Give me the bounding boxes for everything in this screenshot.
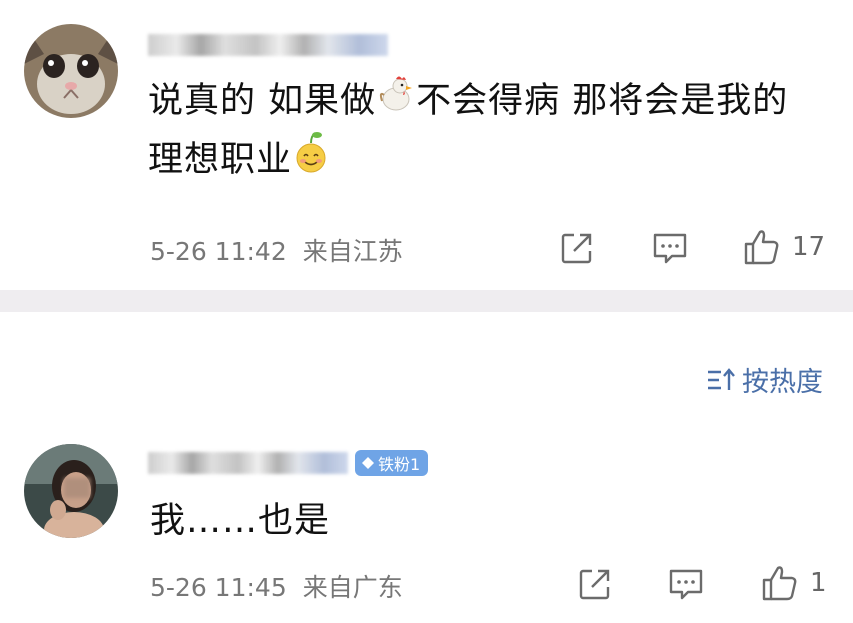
- comment-text-part: 不会得病 那将会是我的: [416, 81, 789, 121]
- share-button[interactable]: [560, 231, 594, 265]
- comment-location: 来自江苏: [302, 237, 403, 266]
- section-divider: [0, 290, 853, 312]
- sort-icon: [708, 367, 735, 390]
- comment-text-part: 理想职业: [148, 140, 293, 180]
- comment-text-part: 我……也是: [150, 501, 331, 541]
- username-blurred[interactable]: [148, 452, 348, 474]
- sprout-smile-emoji-icon: [292, 131, 330, 191]
- comment-time: 5-26 11:42: [150, 237, 287, 266]
- comment-text-part: 说真的 如果做: [148, 81, 377, 121]
- share-button[interactable]: [578, 567, 612, 601]
- like-icon: [762, 566, 797, 601]
- user-photo-avatar-icon: [24, 444, 118, 538]
- comment-location: 来自广东: [302, 573, 403, 602]
- like-icon: [744, 230, 779, 265]
- share-icon: [561, 233, 592, 264]
- avatar[interactable]: [24, 444, 118, 538]
- comment-icon: [653, 233, 687, 264]
- fan-badge[interactable]: 铁粉1: [355, 450, 429, 476]
- comment-text: 我……也是: [150, 492, 330, 550]
- comment-icon: [669, 569, 703, 600]
- comment-meta: 5-26 11:42 来自江苏: [150, 232, 403, 268]
- like-button[interactable]: 17: [742, 228, 825, 266]
- comment-text: 说真的 如果做 不会得病 那将会是我的 理想职业: [148, 72, 788, 191]
- badge-label: 铁粉1: [378, 455, 421, 474]
- reply-button[interactable]: [668, 568, 704, 602]
- avatar[interactable]: [24, 24, 118, 118]
- username-blurred[interactable]: [148, 34, 388, 56]
- like-count: 17: [792, 232, 826, 262]
- sort-label: 按热度: [742, 367, 823, 398]
- share-icon: [579, 569, 610, 600]
- like-button[interactable]: 1: [760, 564, 827, 602]
- diamond-icon: [362, 457, 374, 469]
- like-count: 1: [810, 568, 827, 598]
- comment-meta: 5-26 11:45 来自广东: [150, 568, 403, 604]
- comment-time: 5-26 11:45: [150, 573, 287, 602]
- reply-button[interactable]: [652, 232, 688, 266]
- cat-avatar-icon: [24, 24, 118, 118]
- sort-toggle[interactable]: 按热度: [706, 360, 823, 399]
- chicken-emoji-icon: [376, 73, 416, 131]
